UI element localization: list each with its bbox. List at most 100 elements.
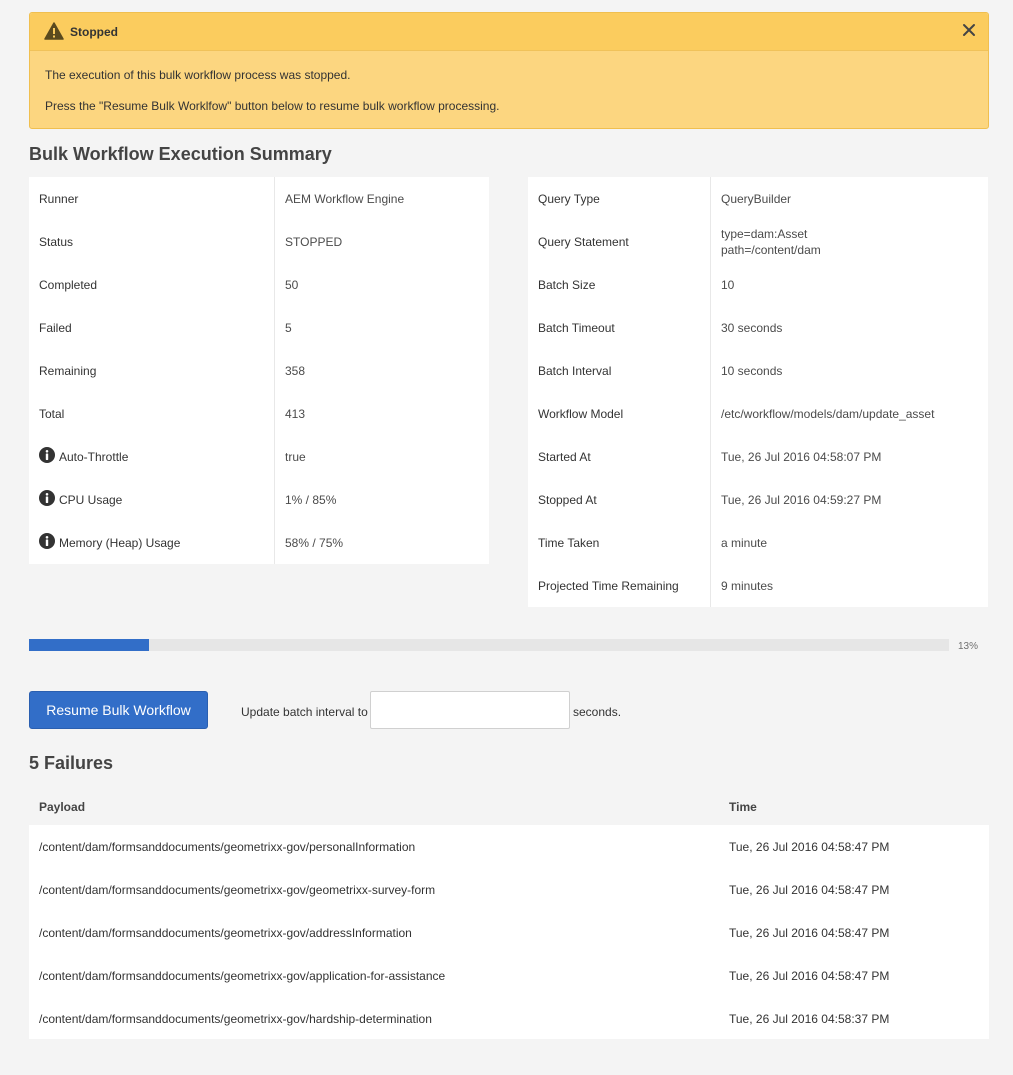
failure-time: Tue, 26 Jul 2016 04:58:37 PM: [729, 1012, 890, 1026]
summary-label: Projected Time Remaining: [528, 564, 711, 607]
summary-label: Query Statement: [528, 220, 711, 263]
failure-payload: /content/dam/formsanddocuments/geometrix…: [39, 926, 412, 940]
stopped-alert: Stopped The execution of this bulk workf…: [29, 12, 989, 129]
batch-interval-input[interactable]: [370, 691, 570, 729]
info-icon[interactable]: [39, 446, 55, 463]
summary-stats-table: Runner AEM Workflow Engine Status STOPPE…: [29, 177, 489, 564]
summary-row-memory-usage: Memory (Heap) Usage 58% / 75%: [29, 521, 489, 564]
batch-interval-suffix: seconds.: [573, 705, 622, 719]
summary-value: 50: [285, 277, 299, 292]
summary-value: 58% / 75%: [285, 535, 344, 550]
close-icon[interactable]: [960, 21, 978, 39]
summary-row-batch-interval: Batch Interval 10 seconds: [528, 349, 988, 392]
summary-label: Batch Size: [528, 263, 711, 306]
summary-value: STOPPED: [285, 234, 343, 249]
summary-row-total: Total 413: [29, 392, 489, 435]
summary-label: Total: [29, 392, 275, 435]
summary-value: Tue, 26 Jul 2016 04:59:27 PM: [721, 492, 882, 507]
table-row: /content/dam/formsanddocuments/geometrix…: [29, 825, 989, 868]
summary-row-remaining: Remaining 358: [29, 349, 489, 392]
column-header-time: Time: [729, 800, 757, 814]
summary-label: Status: [29, 220, 275, 263]
summary-label: Auto-Throttle: [59, 449, 129, 464]
failures-table: /content/dam/formsanddocuments/geometrix…: [29, 825, 989, 1039]
alert-title: Stopped: [70, 25, 118, 39]
failure-payload: /content/dam/formsanddocuments/geometrix…: [39, 969, 446, 983]
summary-row-projected-time: Projected Time Remaining 9 minutes: [528, 564, 988, 607]
summary-row-failed: Failed 5: [29, 306, 489, 349]
summary-value: 10: [721, 277, 735, 292]
summary-value: 413: [285, 406, 306, 421]
failure-time: Tue, 26 Jul 2016 04:58:47 PM: [729, 883, 890, 897]
summary-label: Failed: [29, 306, 275, 349]
summary-label: Stopped At: [528, 478, 711, 521]
summary-row-workflow-model: Workflow Model /etc/workflow/models/dam/…: [528, 392, 988, 435]
summary-label-with-info: CPU Usage: [29, 478, 275, 521]
summary-label: Batch Interval: [528, 349, 711, 392]
failures-heading: 5 Failures: [29, 753, 114, 773]
summary-value: AEM Workflow Engine: [285, 191, 405, 206]
table-row: /content/dam/formsanddocuments/geometrix…: [29, 954, 989, 997]
summary-row-query-statement: Query Statement type=dam:Asset path=/con…: [528, 220, 988, 263]
failure-payload: /content/dam/formsanddocuments/geometrix…: [39, 1012, 432, 1026]
progress-percent: 13%: [958, 641, 979, 652]
summary-value: a minute: [721, 535, 768, 550]
alert-message-resume: Press the "Resume Bulk Worklfow" button …: [45, 99, 500, 113]
summary-row-stopped-at: Stopped At Tue, 26 Jul 2016 04:59:27 PM: [528, 478, 988, 521]
progress-bar-fill: [29, 639, 149, 651]
summary-config-table: Query Type QueryBuilder Query Statement …: [528, 177, 988, 607]
query-statement-line: type=dam:Asset: [721, 226, 808, 241]
summary-heading: Bulk Workflow Execution Summary: [29, 144, 332, 164]
summary-value: true: [285, 449, 306, 464]
summary-label: Completed: [29, 263, 275, 306]
alert-header: Stopped: [30, 13, 988, 51]
progress-bar: [29, 639, 949, 651]
summary-value-multiline: type=dam:Asset path=/content/dam: [711, 226, 821, 258]
summary-label: Query Type: [528, 177, 711, 220]
summary-label: Batch Timeout: [528, 306, 711, 349]
summary-label-with-info: Auto-Throttle: [29, 435, 275, 478]
summary-label: Memory (Heap) Usage: [59, 535, 181, 550]
info-icon[interactable]: [39, 532, 55, 549]
summary-label-with-info: Memory (Heap) Usage: [29, 521, 275, 564]
summary-label: Remaining: [29, 349, 275, 392]
table-row: /content/dam/formsanddocuments/geometrix…: [29, 868, 989, 911]
summary-label: Started At: [528, 435, 711, 478]
summary-value: QueryBuilder: [721, 191, 792, 206]
column-header-payload: Payload: [39, 800, 86, 814]
table-row: /content/dam/formsanddocuments/geometrix…: [29, 997, 989, 1039]
summary-row-query-type: Query Type QueryBuilder: [528, 177, 988, 220]
failures-table-header: Payload Time: [29, 788, 989, 825]
alert-message-stopped: The execution of this bulk workflow proc…: [45, 68, 351, 82]
failure-time: Tue, 26 Jul 2016 04:58:47 PM: [729, 969, 890, 983]
summary-row-status: Status STOPPED: [29, 220, 489, 263]
summary-value: 10 seconds: [721, 363, 783, 378]
summary-value: /etc/workflow/models/dam/update_asset: [721, 406, 935, 421]
failure-payload: /content/dam/formsanddocuments/geometrix…: [39, 840, 416, 854]
failure-time: Tue, 26 Jul 2016 04:58:47 PM: [729, 926, 890, 940]
summary-row-time-taken: Time Taken a minute: [528, 521, 988, 564]
summary-row-batch-timeout: Batch Timeout 30 seconds: [528, 306, 988, 349]
warning-icon: [44, 22, 64, 40]
summary-label: Time Taken: [528, 521, 711, 564]
batch-interval-label: Update batch interval to: [241, 705, 368, 719]
summary-label: CPU Usage: [59, 492, 123, 507]
resume-bulk-workflow-button[interactable]: Resume Bulk Workflow: [29, 691, 208, 729]
summary-row-completed: Completed 50: [29, 263, 489, 306]
summary-label: Runner: [29, 177, 275, 220]
summary-row-batch-size: Batch Size 10: [528, 263, 988, 306]
summary-value: 5: [285, 320, 292, 335]
summary-row-cpu-usage: CPU Usage 1% / 85%: [29, 478, 489, 521]
failure-time: Tue, 26 Jul 2016 04:58:47 PM: [729, 840, 890, 854]
summary-value: 358: [285, 363, 306, 378]
summary-value: 30 seconds: [721, 320, 783, 335]
summary-value: 1% / 85%: [285, 492, 337, 507]
summary-label: Workflow Model: [528, 392, 711, 435]
summary-value: Tue, 26 Jul 2016 04:58:07 PM: [721, 449, 882, 464]
query-statement-line: path=/content/dam: [721, 242, 821, 257]
failure-payload: /content/dam/formsanddocuments/geometrix…: [39, 883, 436, 897]
table-row: /content/dam/formsanddocuments/geometrix…: [29, 911, 989, 954]
info-icon[interactable]: [39, 489, 55, 506]
summary-row-auto-throttle: Auto-Throttle true: [29, 435, 489, 478]
summary-row-runner: Runner AEM Workflow Engine: [29, 177, 489, 220]
